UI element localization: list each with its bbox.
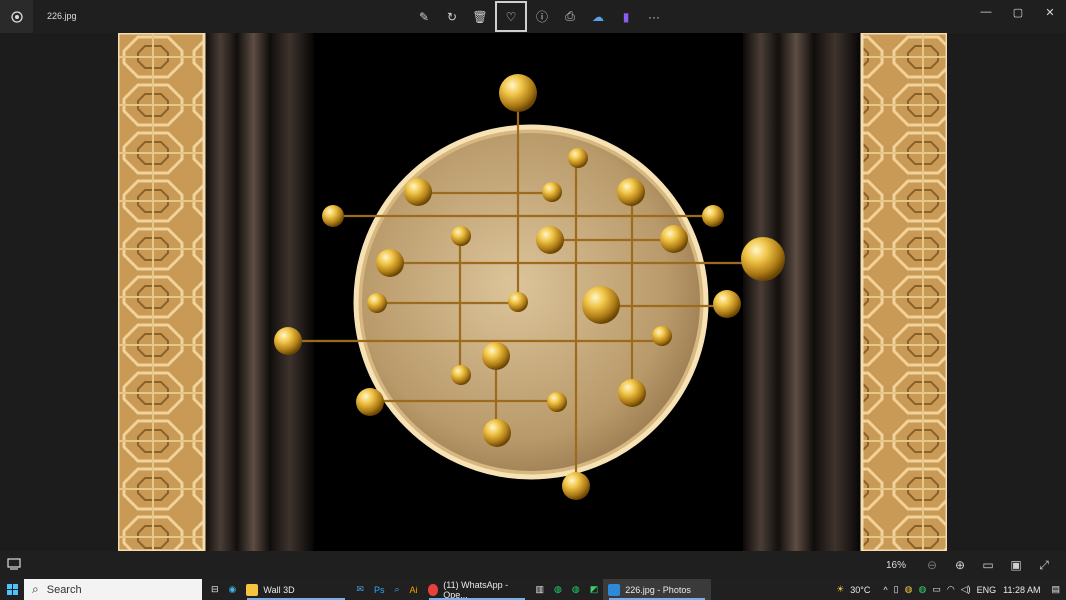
taskbar-item-photos[interactable]: 226.jpg - Photos xyxy=(603,579,712,600)
window-title: 226.jpg xyxy=(47,11,77,21)
taskbar-item-label: Wall 3D xyxy=(263,584,295,595)
wifi-icon[interactable]: ◠ xyxy=(947,584,955,595)
displayed-photo xyxy=(118,33,947,551)
mail-icon[interactable]: ✉ xyxy=(351,579,369,600)
app-green-icon[interactable]: ◩ xyxy=(585,579,604,600)
taskbar-item-wall3d[interactable]: Wall 3D xyxy=(241,579,351,600)
zoom-out-icon[interactable]: ⊖ xyxy=(918,554,946,576)
rotate-icon[interactable]: ↻ xyxy=(438,2,466,32)
tray-app-icon[interactable]: ▯ xyxy=(894,584,899,595)
fullscreen-icon[interactable]: ⤢ xyxy=(1030,554,1058,576)
maximize-button[interactable]: ▢ xyxy=(1002,0,1034,24)
chevron-up-icon[interactable]: ^ xyxy=(883,585,887,595)
weather-icon[interactable]: ☀ xyxy=(836,584,844,595)
minimize-button[interactable]: — xyxy=(970,0,1002,24)
volume-icon[interactable]: ◁) xyxy=(961,584,971,595)
weather-temp[interactable]: 30°C xyxy=(850,585,870,595)
title-bar: 226.jpg ✎ ↻ 🗑 ♡ ⓘ ⎙ ☁ ▮ ··· — ▢ ✕ xyxy=(0,0,1066,33)
info-icon[interactable]: ⓘ xyxy=(528,2,556,32)
taskbar-item-whatsapp[interactable]: (11) WhatsApp - Ope... xyxy=(423,579,531,600)
onedrive-icon[interactable]: ☁ xyxy=(584,2,612,32)
language-indicator[interactable]: ENG xyxy=(977,585,997,595)
actual-size-icon[interactable]: ▣ xyxy=(1002,554,1030,576)
search-label: Search xyxy=(46,583,82,596)
phone-link-icon[interactable]: ◍ xyxy=(567,579,585,600)
print-icon[interactable]: ⎙ xyxy=(556,2,584,32)
whatsapp-icon[interactable]: ◍ xyxy=(549,579,567,600)
tray-app-icon[interactable]: ◍ xyxy=(918,584,926,595)
system-tray: ☀ 30°C ^ ▯ ◍ ◍ ▭ ◠ ◁) ENG 11:28 AM ▤ xyxy=(833,579,1066,600)
app-icon[interactable]: ▥ xyxy=(531,579,550,600)
photos-icon xyxy=(608,583,621,596)
clock-time[interactable]: 11:28 AM xyxy=(1003,585,1040,595)
folder-icon xyxy=(246,583,259,596)
image-toolbar: ✎ ↻ 🗑 ♡ ⓘ ⎙ ☁ ▮ ··· xyxy=(410,0,668,33)
zoom-level: 16% xyxy=(885,559,906,571)
battery-icon[interactable]: ▭ xyxy=(932,584,941,595)
windows-start-icon[interactable] xyxy=(0,579,24,600)
edit-image-icon[interactable]: ✎ xyxy=(410,2,438,32)
tray-app-icon[interactable]: ◍ xyxy=(905,584,913,595)
more-options-icon[interactable]: ··· xyxy=(640,2,668,32)
taskbar-item-label: 226.jpg - Photos xyxy=(625,584,691,595)
taskbar-item-label: (11) WhatsApp - Ope... xyxy=(443,579,509,600)
close-button[interactable]: ✕ xyxy=(1034,0,1066,24)
search-icon: ⌕ xyxy=(32,582,39,596)
opera-icon xyxy=(427,583,439,596)
clipchamp-icon[interactable]: ▮ xyxy=(612,2,640,32)
edge-browser-icon[interactable]: ◉ xyxy=(224,579,242,600)
photos-app-icon[interactable] xyxy=(0,0,33,33)
zoom-in-icon[interactable]: ⊕ xyxy=(946,554,974,576)
notifications-icon[interactable]: ▤ xyxy=(1051,584,1060,595)
filmstrip-toggle-icon[interactable] xyxy=(7,557,21,575)
illustrator-icon[interactable]: Ai xyxy=(405,579,423,600)
fit-to-window-icon[interactable]: ▭ xyxy=(974,554,1002,576)
delete-icon[interactable]: 🗑 xyxy=(466,2,494,32)
photoshop-icon[interactable]: Ps xyxy=(369,579,390,600)
window-controls: — ▢ ✕ xyxy=(970,0,1066,25)
magnifier-app-icon[interactable]: ⌕ xyxy=(389,579,404,600)
taskbar: ⌕ Search ⊟ ◉ Wall 3D ✉ Ps ⌕ Ai (11) What… xyxy=(0,579,1066,600)
image-viewer[interactable] xyxy=(0,33,1066,551)
task-view-icon[interactable]: ⊟ xyxy=(206,579,224,600)
taskbar-search-box[interactable]: ⌕ Search xyxy=(24,579,202,600)
status-bar: 16% ⊖ ⊕ ▭ ▣ ⤢ xyxy=(0,551,1066,579)
favorite-heart-icon[interactable]: ♡ xyxy=(495,1,527,32)
